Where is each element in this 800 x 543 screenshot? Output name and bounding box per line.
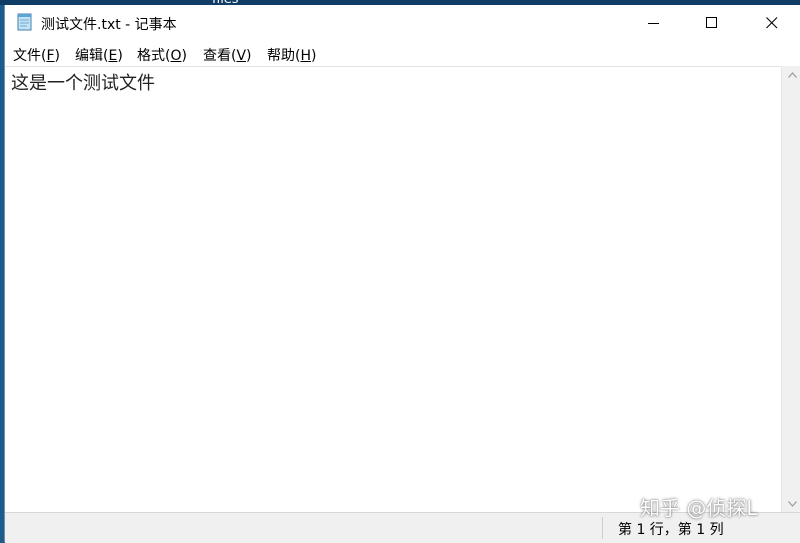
minimize-icon	[648, 23, 659, 24]
title-bar[interactable]: 测试文件.txt - 记事本	[5, 5, 800, 41]
menu-bar: 文件(F) 编辑(E) 格式(O) 查看(V) 帮助(H)	[5, 41, 800, 65]
scroll-up-button[interactable]	[782, 66, 800, 83]
maximize-icon	[706, 17, 717, 28]
menu-view[interactable]: 查看(V)	[203, 45, 252, 65]
close-icon	[766, 17, 778, 29]
status-divider	[602, 517, 603, 539]
window-title: 测试文件.txt - 记事本	[41, 17, 177, 33]
menu-file[interactable]: 文件(F)	[13, 45, 60, 65]
scroll-down-button[interactable]	[782, 495, 800, 512]
menu-format[interactable]: 格式(O)	[137, 45, 187, 65]
text-editor-area[interactable]: 这是一个测试文件	[5, 66, 781, 513]
editor-content[interactable]: 这是一个测试文件	[11, 69, 155, 95]
notepad-icon	[15, 12, 35, 32]
close-button[interactable]	[743, 5, 800, 41]
cursor-position: 第 1 行，第 1 列	[618, 522, 724, 538]
maximize-button[interactable]	[683, 5, 741, 41]
watermark: 知乎 @侦探L	[640, 496, 758, 520]
menu-help[interactable]: 帮助(H)	[267, 45, 316, 65]
minimize-button[interactable]	[625, 5, 683, 41]
menu-edit[interactable]: 编辑(E)	[75, 45, 123, 65]
vertical-scrollbar[interactable]	[781, 66, 800, 512]
notepad-window: 测试文件.txt - 记事本 文件(F) 编辑(E) 格式(O) 查看(V) 帮…	[4, 5, 800, 543]
chevron-up-icon	[787, 71, 797, 78]
chevron-down-icon	[787, 500, 797, 507]
